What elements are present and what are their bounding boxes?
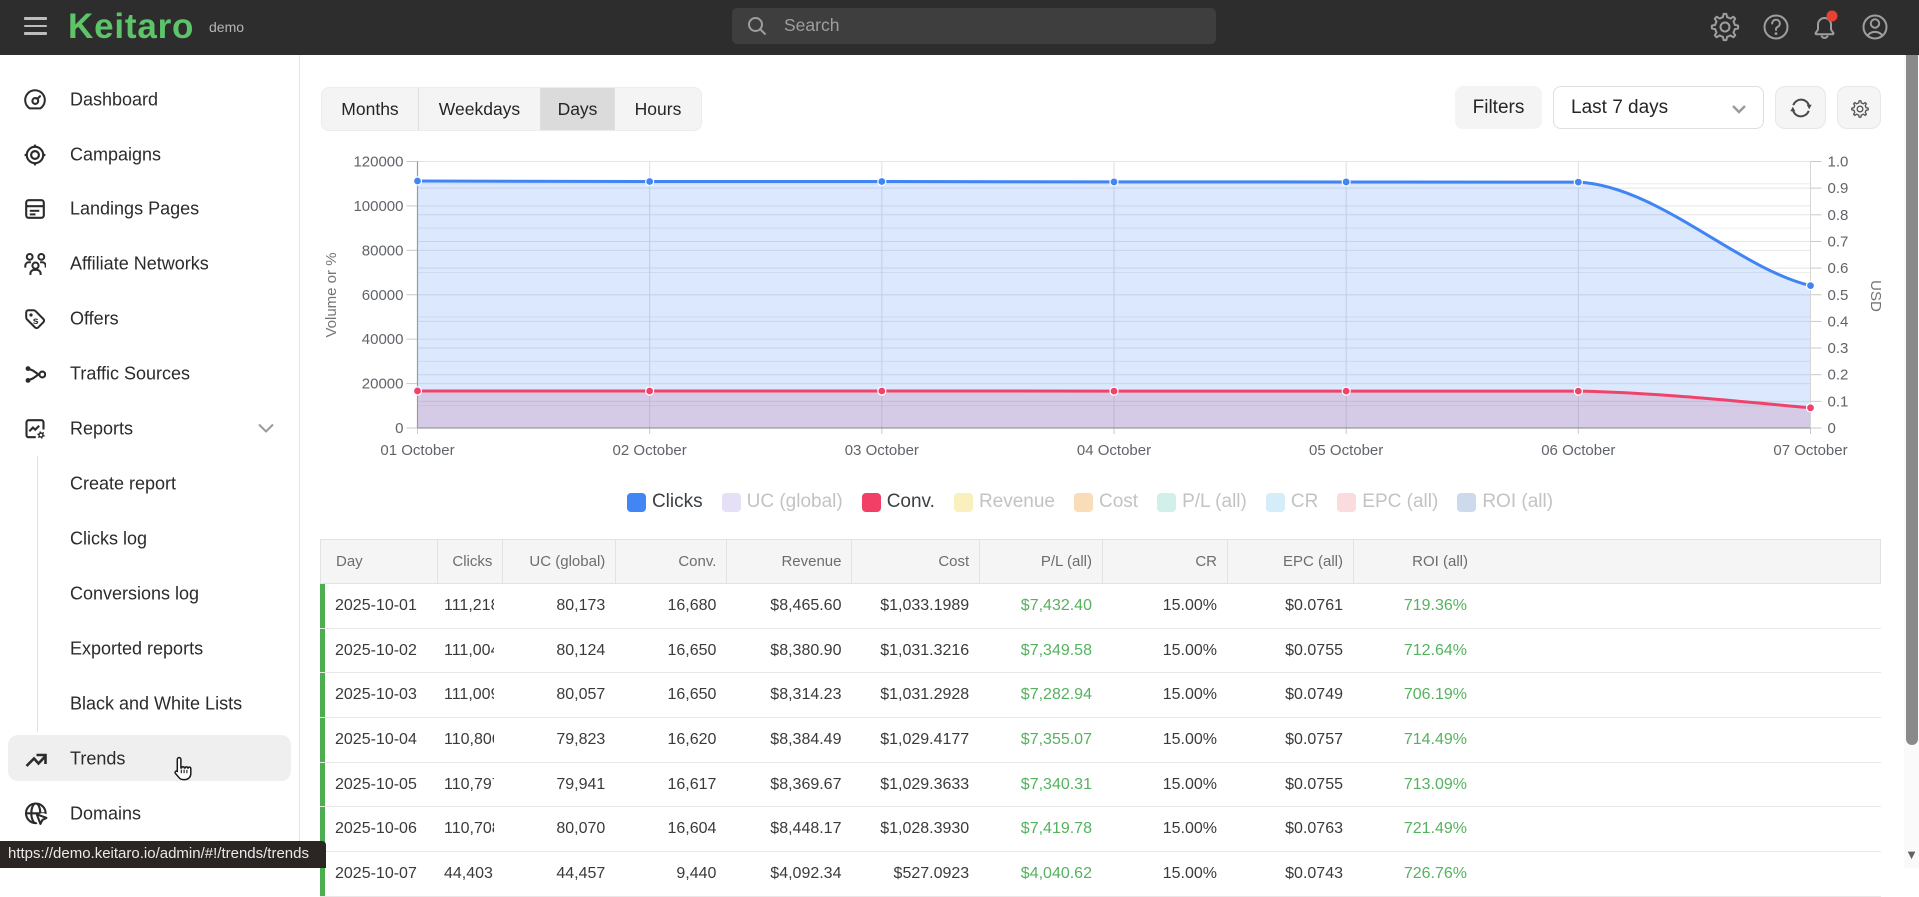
- svg-text:60000: 60000: [362, 287, 404, 304]
- svg-text:07 October: 07 October: [1773, 442, 1847, 459]
- svg-text:USD: USD: [1867, 280, 1884, 312]
- svg-text:0.3: 0.3: [1828, 340, 1849, 357]
- svg-text:20000: 20000: [362, 376, 404, 393]
- svg-text:120000: 120000: [353, 154, 403, 171]
- svg-text:0.7: 0.7: [1828, 233, 1849, 250]
- svg-text:80000: 80000: [362, 242, 404, 259]
- svg-text:03 October: 03 October: [845, 442, 919, 459]
- svg-text:01 October: 01 October: [380, 442, 454, 459]
- svg-text:0.4: 0.4: [1828, 313, 1849, 330]
- svg-text:05 October: 05 October: [1309, 442, 1383, 459]
- svg-text:40000: 40000: [362, 331, 404, 348]
- svg-text:s: s: [33, 315, 39, 327]
- svg-text:Volume or %: Volume or %: [323, 252, 340, 337]
- svg-text:0.9: 0.9: [1828, 180, 1849, 197]
- svg-text:02 October: 02 October: [613, 442, 687, 459]
- svg-text:0.5: 0.5: [1828, 287, 1849, 304]
- svg-text:0.2: 0.2: [1828, 367, 1849, 384]
- svg-text:0.6: 0.6: [1828, 260, 1849, 277]
- svg-text:0.8: 0.8: [1828, 207, 1849, 224]
- svg-text:06 October: 06 October: [1541, 442, 1615, 459]
- svg-text:04 October: 04 October: [1077, 442, 1151, 459]
- svg-text:100000: 100000: [353, 198, 403, 215]
- svg-text:0: 0: [395, 420, 403, 437]
- svg-text:1.0: 1.0: [1828, 154, 1849, 171]
- svg-text:0.1: 0.1: [1828, 393, 1849, 410]
- svg-text:0: 0: [1828, 420, 1836, 437]
